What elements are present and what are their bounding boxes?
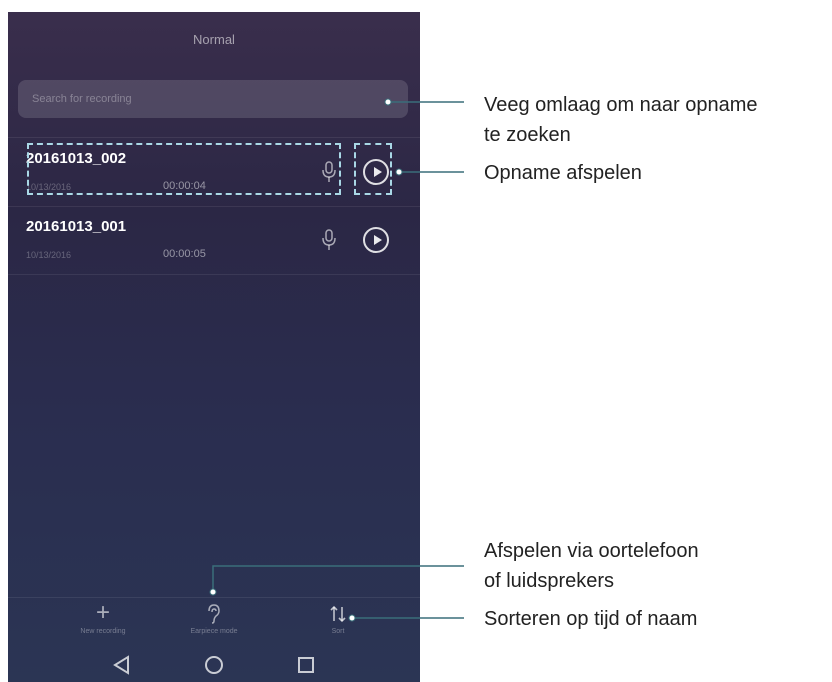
callout-sort-text: Sorteren op tijd of naam — [484, 608, 698, 630]
callout-earpiece: Afspelen via oortelefoon of luidsprekers — [484, 536, 699, 596]
callout-sort: Sorteren op tijd of naam — [484, 604, 697, 634]
callout-search: Veeg omlaag om naar opname te zoeken — [484, 90, 758, 150]
callout-earpiece-line2: of luidsprekers — [484, 570, 615, 592]
callout-play: Opname afspelen — [484, 158, 642, 188]
callout-search-line1: Veeg omlaag om naar opname — [484, 94, 758, 116]
callout-search-line2: te zoeken — [484, 124, 571, 146]
callout-earpiece-line1: Afspelen via oortelefoon — [484, 540, 699, 562]
callout-play-text: Opname afspelen — [484, 162, 642, 184]
